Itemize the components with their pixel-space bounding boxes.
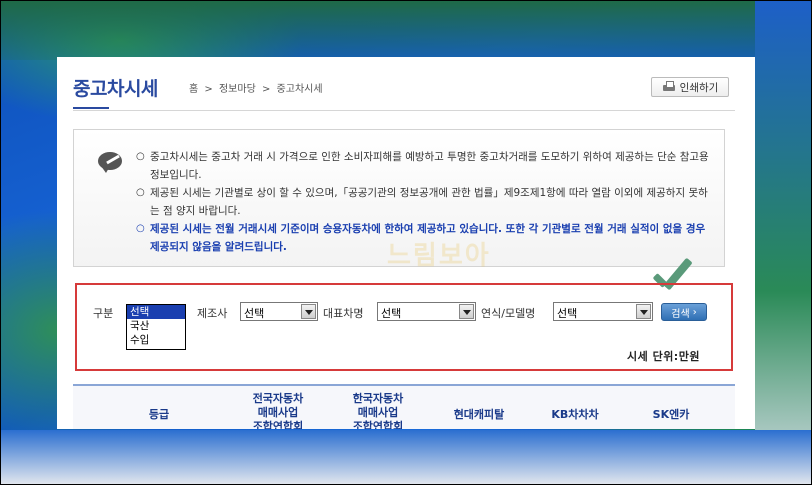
table-header-cell: SK엔카 [652, 408, 690, 421]
breadcrumb-home[interactable]: 홈 [189, 84, 198, 95]
category-dropdown[interactable]: 선택 국산 수입 [126, 304, 186, 350]
model-label: 대표차명 [323, 307, 364, 320]
year-model-label: 연식/모델명 [481, 307, 536, 320]
category-option[interactable]: 국산 [127, 319, 185, 333]
year-model-select-value: 선택 [557, 307, 578, 320]
chevron-down-icon [459, 304, 474, 319]
page-title: 중고차시세 [73, 78, 158, 100]
breadcrumb-current: 중고차시세 [276, 84, 323, 95]
memo-icon [98, 152, 126, 176]
maker-label: 제조사 [197, 307, 228, 320]
table-header-cell: 한국자동차 매매사업 조합연합회 [352, 392, 404, 429]
chevron-right-icon: › [692, 306, 697, 318]
unit-label: 시세 단위:만원 [627, 350, 700, 363]
watermark: 느림보아 [387, 241, 491, 271]
table-header-cell: 등급 [148, 408, 170, 421]
category-label: 구분 [93, 307, 114, 320]
background-photo-bottom [0, 430, 812, 485]
breadcrumb: 홈 > 정보마당 > 중고차시세 [189, 80, 326, 95]
background-photo-top [0, 0, 812, 60]
table-header-row: 등급 전국자동차 매매사업 조합연합회 한국자동차 매매사업 조합연합회 현대캐… [73, 386, 735, 429]
category-option-selected[interactable]: 선택 [127, 305, 185, 319]
breadcrumb-separator: > [204, 84, 213, 95]
title-underline [73, 107, 109, 109]
model-select-value: 선택 [381, 307, 402, 320]
table-header-cell: 전국자동차 매매사업 조합연합회 [252, 392, 304, 429]
breadcrumb-info[interactable]: 정보마당 [219, 84, 256, 95]
model-select[interactable]: 선택 [377, 302, 476, 321]
chevron-down-icon [301, 304, 316, 319]
maker-select[interactable]: 선택 [240, 302, 318, 321]
search-button[interactable]: 검색 › [661, 303, 707, 321]
content-panel: 중고차시세 홈 > 정보마당 > 중고차시세 인쇄하기 중고차시세는 중고차 거… [57, 57, 755, 429]
print-button[interactable]: 인쇄하기 [651, 77, 729, 97]
chevron-down-icon [636, 304, 651, 319]
title-divider [73, 110, 735, 111]
breadcrumb-separator: > [261, 84, 271, 95]
notice-item: 중고차시세는 중고차 거래 시 가격으로 인한 소비자피해를 예방하고 투명한 … [136, 148, 716, 184]
category-option[interactable]: 수입 [127, 333, 185, 347]
printer-icon [662, 81, 676, 93]
maker-select-value: 선택 [244, 307, 265, 320]
print-label: 인쇄하기 [679, 81, 719, 94]
background-photo-right [755, 0, 812, 485]
year-model-select[interactable]: 선택 [553, 302, 653, 321]
table-header-cell: 현대캐피탈 [453, 408, 505, 421]
search-button-label: 검색 [671, 308, 690, 320]
table-header-cell: KB차차차 [551, 408, 599, 421]
notice-item: 제공된 시세는 기관별로 상이 할 수 있으며,「공공기관의 정보공개에 관한 … [136, 184, 716, 220]
